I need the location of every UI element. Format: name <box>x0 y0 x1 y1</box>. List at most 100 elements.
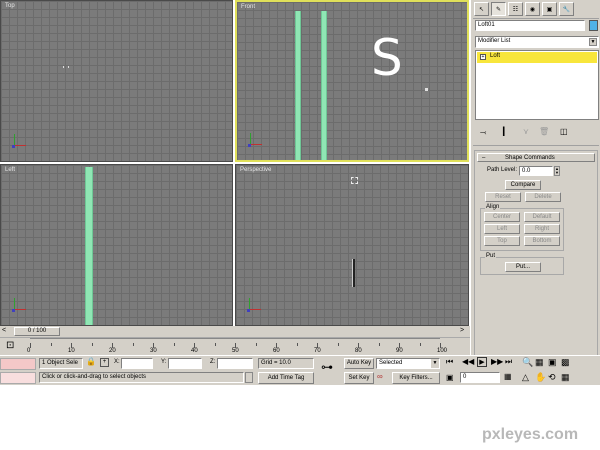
motion-icon[interactable]: ◉ <box>525 2 540 16</box>
axis-gizmo <box>246 297 262 313</box>
modify-icon[interactable]: ✎ <box>491 2 506 16</box>
display-icon[interactable]: ▣ <box>542 2 557 16</box>
compare-button[interactable]: Compare <box>505 180 541 190</box>
maximize-viewport-icon[interactable]: ▦ <box>561 372 570 383</box>
s-shape-spline[interactable]: S <box>371 28 403 88</box>
default-tangent-icon[interactable]: ∞ <box>377 372 383 381</box>
create-icon[interactable]: ↖ <box>474 2 489 16</box>
object-name-field[interactable]: Loft01 <box>475 20 585 31</box>
ruler-tick-label: 90 <box>396 348 403 354</box>
go-to-start-icon[interactable]: ⏮ <box>446 357 453 367</box>
hierarchy-icon[interactable]: ☷ <box>508 2 523 16</box>
next-frame-icon[interactable]: ▶▶ <box>491 357 503 366</box>
chevron-down-icon: ▼ <box>589 38 597 46</box>
maxscript-listener[interactable] <box>0 358 36 370</box>
key-filters-button[interactable]: Key Filters... <box>392 372 440 384</box>
align-right-button[interactable]: Right <box>524 224 560 234</box>
make-unique-icon[interactable]: ⋎ <box>523 127 529 136</box>
configure-modifier-sets-icon[interactable]: ◫ <box>560 127 568 136</box>
align-center-button[interactable]: Center <box>484 212 520 222</box>
key-icon[interactable]: ⊶ <box>321 360 333 374</box>
reset-button[interactable]: Reset <box>485 192 521 202</box>
zoom-icon[interactable]: 🔍 <box>522 357 533 368</box>
align-bottom-button[interactable]: Bottom <box>524 236 560 246</box>
loft-object-column-1[interactable] <box>295 11 301 160</box>
ruler-tick <box>91 343 93 346</box>
absolute-mode-icon[interactable]: + <box>100 358 109 367</box>
zoom-all-icon[interactable]: ▦ <box>535 357 544 368</box>
rollout-header[interactable]: – Shape Commands <box>477 153 595 162</box>
pin-stack-icon[interactable]: ⤙ <box>480 128 486 138</box>
lock-icon[interactable]: 🔒 <box>86 357 96 366</box>
ruler-tick <box>296 343 298 346</box>
zoom-extents-icon[interactable]: ▣ <box>548 357 557 368</box>
viewport-front[interactable]: Front S <box>235 0 469 162</box>
z-field[interactable] <box>217 358 253 369</box>
key-mode-toggle-icon[interactable]: ▣ <box>446 373 454 382</box>
go-to-end-icon[interactable]: ⏭ <box>505 357 512 367</box>
align-left-button[interactable]: Left <box>484 224 520 234</box>
play-icon[interactable]: ▶ <box>477 357 487 367</box>
align-top-button[interactable]: Top <box>484 236 520 246</box>
scroll-left-icon[interactable]: < <box>2 327 6 334</box>
ruler-tick-label: 100 <box>437 348 448 354</box>
view-target-icon <box>351 177 358 184</box>
track-ruler: 0 10 20 30 40 50 60 70 80 90 100 <box>27 338 447 356</box>
x-label: X: <box>114 359 120 365</box>
time-slider[interactable]: < 0 / 100 > <box>0 326 470 337</box>
time-slider-thumb[interactable]: 0 / 100 <box>14 327 60 336</box>
viewport-left[interactable]: Left <box>0 164 233 326</box>
previous-frame-icon[interactable]: ◀◀ <box>462 357 474 366</box>
remove-modifier-icon[interactable]: 🗑 <box>539 127 549 136</box>
ruler-tick <box>255 343 257 346</box>
loft-object-column-2[interactable] <box>321 11 327 160</box>
add-time-tag-button[interactable]: Add Time Tag <box>258 372 314 384</box>
put-button[interactable]: Put... <box>505 262 541 272</box>
viewport-label[interactable]: Front <box>241 4 255 10</box>
modifier-stack: + Loft <box>475 50 599 120</box>
y-label: Y: <box>161 359 167 365</box>
chevron-down-icon: ▼ <box>431 359 439 368</box>
maxscript-output[interactable] <box>0 372 36 384</box>
mini-curve-editor-icon[interactable]: ⊡ <box>6 340 14 351</box>
viewport-top[interactable]: Top <box>0 0 233 162</box>
align-label: Align <box>485 204 501 210</box>
scroll-right-icon[interactable]: > <box>460 327 464 334</box>
set-key-button[interactable]: Set Key <box>344 372 374 384</box>
viewport-label[interactable]: Top <box>5 3 15 9</box>
auto-key-button[interactable]: Auto Key <box>344 358 374 369</box>
viewport-label[interactable]: Left <box>5 167 15 173</box>
ruler-tick <box>50 343 52 346</box>
y-field[interactable] <box>168 358 202 369</box>
object-color-swatch[interactable] <box>589 20 598 31</box>
divider <box>473 145 599 146</box>
ruler-tick <box>419 343 421 346</box>
viewport-perspective[interactable]: Perspective <box>235 164 469 326</box>
loft-object-perspective[interactable] <box>352 259 355 287</box>
utilities-icon[interactable]: 🔧 <box>559 2 574 16</box>
expand-icon[interactable]: + <box>480 54 486 60</box>
key-mode-value: Selected <box>379 360 403 366</box>
zoom-extents-all-icon[interactable]: ▩ <box>561 357 570 368</box>
path-level-spinner[interactable]: ▲ ▼ <box>554 166 560 176</box>
viewport-label[interactable]: Perspective <box>240 167 271 173</box>
modifier-list-dropdown[interactable]: Modifier List ▼ <box>475 36 599 48</box>
pan-icon[interactable]: ✋ <box>535 372 546 383</box>
orbit-icon[interactable]: ⟲ <box>548 372 556 383</box>
track-bar[interactable]: ⊡ 0 10 20 30 40 50 60 70 80 90 100 <box>0 337 470 355</box>
current-frame-field[interactable]: 0 <box>460 372 500 383</box>
loft-object-column[interactable] <box>85 167 93 325</box>
path-level-field[interactable]: 0.0 <box>519 166 553 176</box>
prompt-scrollbar[interactable] <box>245 372 253 383</box>
show-end-result-icon[interactable]: ▎ <box>503 127 509 136</box>
ruler-tick <box>214 343 216 346</box>
field-of-view-icon[interactable]: △ <box>522 372 529 383</box>
stack-item-loft[interactable]: + Loft <box>477 52 597 63</box>
delete-button[interactable]: Delete <box>525 192 561 202</box>
align-default-button[interactable]: Default <box>524 212 560 222</box>
key-mode-dropdown[interactable]: Selected ▼ <box>376 358 440 369</box>
x-field[interactable] <box>121 358 153 369</box>
time-configuration-icon[interactable]: ▦ <box>504 372 512 381</box>
ruler-tick-label: 0 <box>27 348 31 354</box>
ruler-tick-label: 20 <box>109 348 116 354</box>
